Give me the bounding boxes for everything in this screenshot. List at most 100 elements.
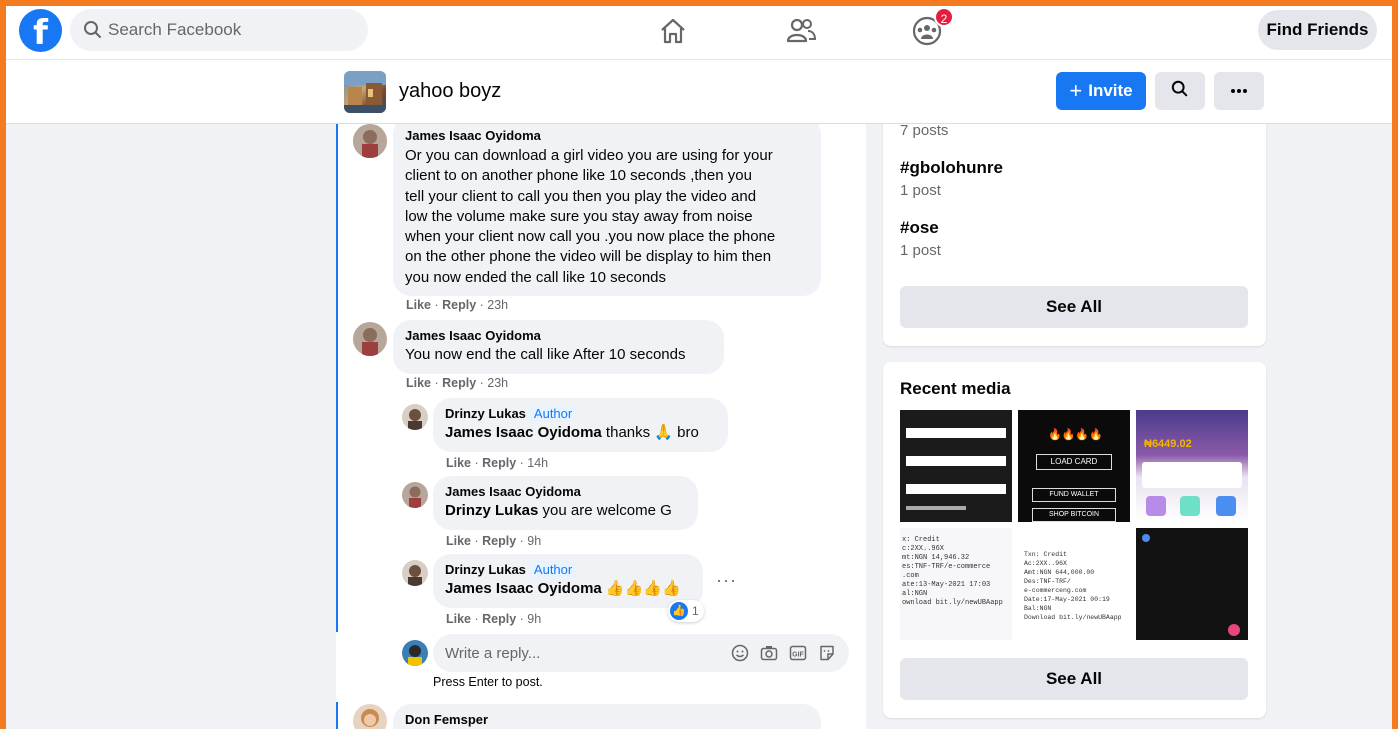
comment-bubble: James Isaac Oyidoma Or you can download … [393,124,821,296]
invite-button[interactable]: + Invite [1056,72,1146,110]
reply-bubble: Drinzy Lukas Author James Isaac Oyidoma 👍… [433,554,703,608]
like-reaction-icon: 👍 [670,602,688,620]
comment-author[interactable]: James Isaac Oyidoma [405,328,712,343]
comments-panel: James Isaac Oyidoma Or you can download … [336,124,866,729]
reply-actions: Like · Reply · 14h [446,456,549,470]
reply-time[interactable]: 9h [527,534,541,548]
media-thumbnail[interactable]: ₦6449.02 [1136,410,1248,522]
emoji-icon[interactable] [731,644,749,662]
hashtag-post-count: 7 posts [900,122,949,139]
reply-actions: Like · Reply · 9h [446,612,542,626]
author-badge: Author [529,561,577,578]
comment-text: You now end the call like After 10 secon… [405,346,686,363]
media-thumbnail[interactable] [900,410,1012,522]
receipt-text: Txn: Credit Ac:2XX..96X Amt:NGN 644,000.… [1024,551,1122,621]
camera-icon[interactable] [760,644,778,662]
hashtag-post-count: 1 post [900,182,941,199]
like-link[interactable]: Like [406,376,431,390]
more-options-button[interactable] [1214,72,1264,110]
reply-bubble: James Isaac Oyidoma Drinzy Lukas you are… [433,476,698,530]
group-header: yahoo boyz + Invite [6,60,1392,124]
hashtags-card: 7 posts #gbolohunre 1 post #ose 1 post S… [883,110,1266,346]
avatar[interactable] [402,482,428,508]
see-all-hashtags-button[interactable]: See All [900,286,1248,328]
reply-author[interactable]: James Isaac Oyidoma [445,484,686,499]
like-link[interactable]: Like [446,534,471,548]
reaction-summary[interactable]: 👍 1 [668,600,704,622]
like-link[interactable]: Like [446,612,471,626]
more-dots-icon [1231,89,1247,93]
search-input[interactable] [108,9,358,51]
avatar[interactable] [353,124,387,158]
hashtag-post-count: 1 post [900,242,941,259]
reply-time[interactable]: 14h [527,456,548,470]
group-search-button[interactable] [1155,72,1205,110]
fund-wallet-label: FUND WALLET [1032,488,1116,502]
reply-link[interactable]: Reply [442,298,476,312]
invite-label: Invite [1088,81,1133,100]
mention-link[interactable]: Drinzy Lukas [445,502,538,519]
friends-icon[interactable] [783,13,819,49]
reply-text: James Isaac Oyidoma 👍👍👍👍 [445,580,681,597]
comment-time[interactable]: 23h [487,376,508,390]
home-icon[interactable] [655,13,691,49]
reply-text: Drinzy Lukas you are welcome G [445,502,672,519]
wallet-balance: ₦6449.02 [1144,438,1192,450]
svg-text:GIF: GIF [792,652,804,659]
reply-author[interactable]: Drinzy Lukas Author [445,561,691,578]
media-thumbnail[interactable]: 🔥🔥🔥🔥 LOAD CARD FUND WALLET SHOP BITCOIN [1018,410,1130,522]
mention-link[interactable]: James Isaac Oyidoma [445,424,602,441]
reply-input[interactable] [445,634,715,672]
comment-options-icon[interactable]: ··· [716,570,737,591]
reply-link[interactable]: Reply [482,612,516,626]
reply-link[interactable]: Reply [482,534,516,548]
facebook-logo-icon[interactable]: f [19,9,62,52]
find-friends-button[interactable]: Find Friends [1258,10,1377,50]
hashtag-link[interactable]: #ose [900,218,939,238]
comment-bubble: James Isaac Oyidoma You now end the call… [393,320,724,374]
comment-actions: Like · Reply · 23h [406,298,509,312]
search-box[interactable] [70,9,368,51]
notification-badge: 2 [934,7,954,27]
avatar[interactable] [353,704,387,729]
sticker-icon[interactable] [818,644,836,662]
avatar[interactable] [402,560,428,586]
recent-media-title: Recent media [900,379,1011,398]
plus-icon: + [1069,78,1083,103]
group-name[interactable]: yahoo boyz [399,80,501,103]
mention-link[interactable]: James Isaac Oyidoma [445,580,602,597]
comment-author[interactable]: James Isaac Oyidoma [405,128,809,143]
comment-text: Or you can download a girl video you are… [405,147,776,286]
thread-indicator [336,702,338,729]
reply-actions: Like · Reply · 9h [446,534,542,548]
avatar[interactable] [402,404,428,430]
top-navigation-bar: f 2 Find Friends [0,0,1398,60]
like-link[interactable]: Like [406,298,431,312]
author-badge: Author [529,405,577,422]
media-thumbnail[interactable] [1136,528,1248,640]
see-all-media-button[interactable]: See All [900,658,1248,700]
receipt-text: x: Credit c:2XX..96X mt:NGN 14,946.32 es… [902,536,1003,607]
reply-text: James Isaac Oyidoma thanks 🙏 bro [445,424,699,441]
group-cover-thumbnail[interactable] [344,71,386,113]
current-user-avatar[interactable] [402,640,428,666]
avatar[interactable] [353,322,387,356]
gif-icon[interactable]: GIF [789,644,807,662]
comment-author[interactable]: Don Femsper [405,712,809,727]
like-link[interactable]: Like [446,456,471,470]
search-icon [1171,80,1188,97]
recent-media-card: Recent media 🔥🔥🔥🔥 LOAD CARD FUND WALLET … [883,362,1266,718]
hashtag-link[interactable]: #gbolohunre [900,158,1003,178]
reply-composer[interactable]: GIF [433,634,849,672]
comment-bubble: Don Femsper [393,704,821,729]
reply-link[interactable]: Reply [442,376,476,390]
reply-author[interactable]: Drinzy Lukas Author [445,405,716,422]
comment-time[interactable]: 23h [487,298,508,312]
reply-time[interactable]: 9h [527,612,541,626]
reply-bubble: Drinzy Lukas Author James Isaac Oyidoma t… [433,398,728,452]
media-thumbnail[interactable]: x: Credit c:2XX..96X mt:NGN 14,946.32 es… [900,528,1012,640]
reply-link[interactable]: Reply [482,456,516,470]
media-thumbnail[interactable]: Txn: Credit Ac:2XX..96X Amt:NGN 644,000.… [1018,528,1130,640]
press-enter-hint: Press Enter to post. [433,675,543,689]
reaction-count: 1 [692,604,699,618]
